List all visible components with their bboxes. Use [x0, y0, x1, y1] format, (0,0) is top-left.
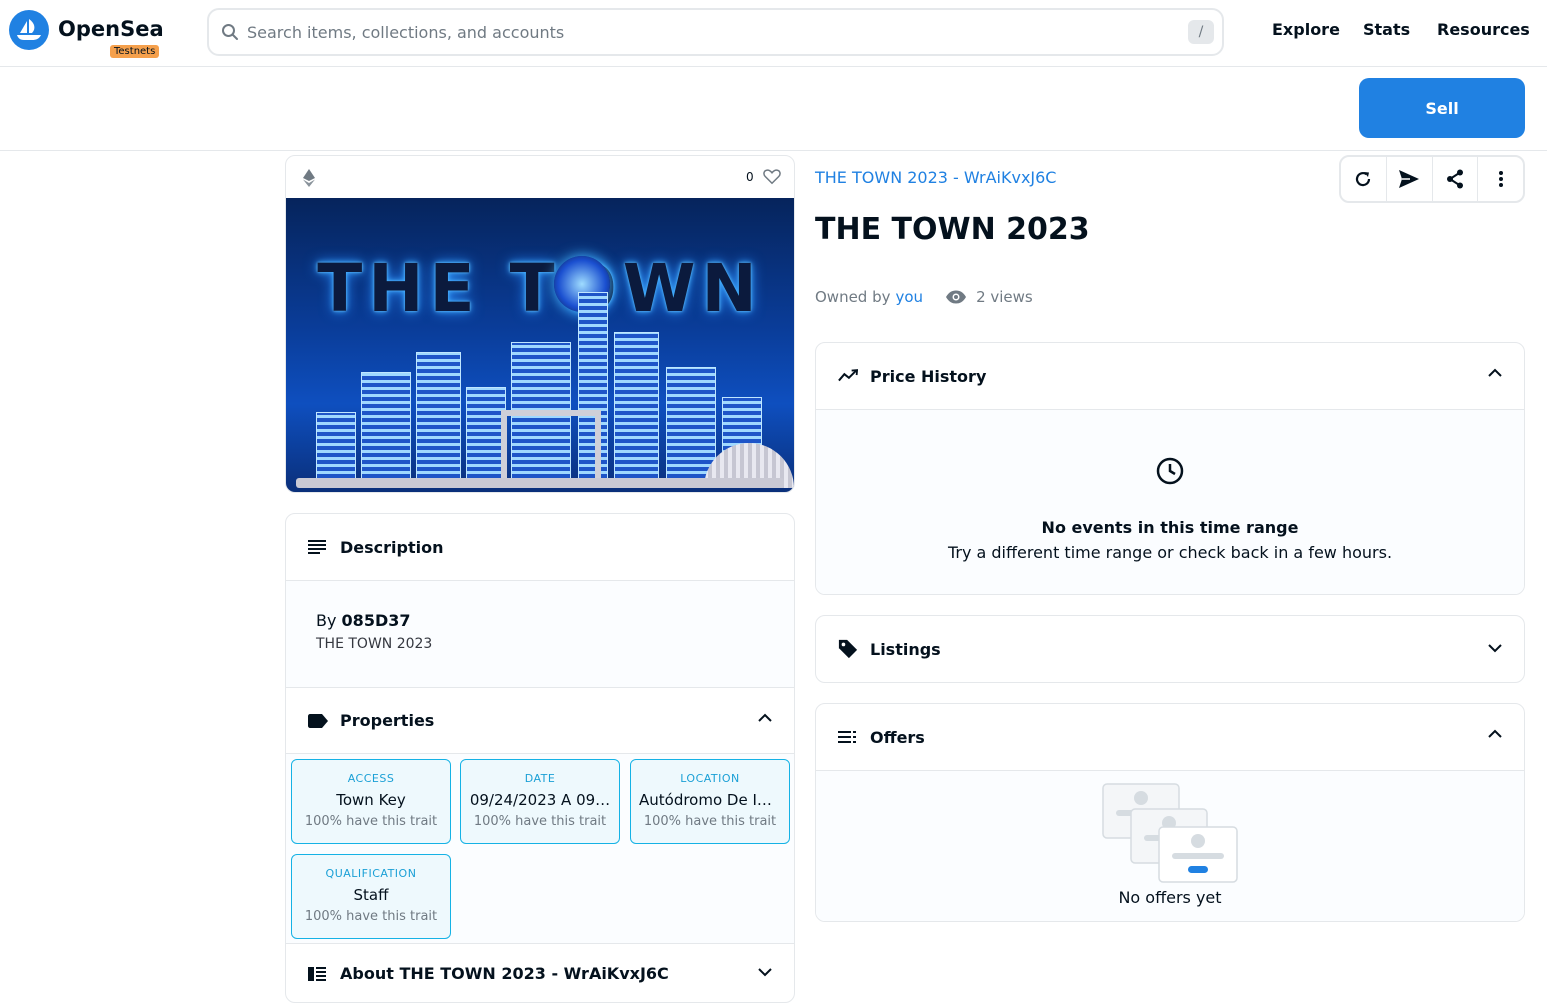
no-offers-text: No offers yet — [1118, 888, 1222, 907]
tag-icon — [308, 713, 328, 728]
chevron-up-icon[interactable] — [758, 713, 772, 722]
properties-grid: ACCESS Town Key 100% have this trait DAT… — [286, 753, 794, 943]
listings-card: Listings — [815, 615, 1525, 683]
clock-icon — [1156, 457, 1184, 485]
description-body: By 085D37 THE TOWN 2023 — [286, 580, 794, 687]
listings-heading: Listings — [870, 639, 941, 659]
refresh-button[interactable] — [1341, 157, 1387, 201]
trait-type: LOCATION — [680, 772, 740, 785]
chevron-up-icon[interactable] — [1488, 368, 1502, 377]
nav-explore[interactable]: Explore — [1272, 20, 1340, 39]
offers-list-icon — [838, 731, 856, 743]
item-actions-toolbar — [1339, 155, 1525, 203]
sell-button[interactable]: Sell — [1359, 78, 1525, 138]
about-collection-header[interactable]: About THE TOWN 2023 - WrAiKvxJ6C — [286, 943, 794, 1002]
send-icon — [1399, 170, 1420, 188]
trait-value: 09/24/2023 A 09… — [469, 791, 611, 809]
creator-link[interactable]: 085D37 — [342, 611, 411, 630]
nft-image-card: 0 THE TOWN — [285, 155, 795, 493]
logo-text[interactable]: OpenSea — [58, 17, 164, 41]
refresh-icon — [1356, 171, 1371, 187]
price-history-heading: Price History — [870, 366, 987, 386]
trait-type: QUALIFICATION — [325, 867, 417, 880]
eye-icon — [946, 290, 967, 304]
trait-value: Town Key — [336, 791, 406, 809]
more-options-button[interactable] — [1478, 157, 1523, 201]
chevron-down-icon[interactable] — [1488, 644, 1502, 653]
share-button[interactable] — [1433, 157, 1479, 201]
share-icon — [1446, 169, 1463, 189]
ethereum-icon — [303, 169, 315, 187]
trait-qualification[interactable]: QUALIFICATION Staff 100% have this trait — [291, 854, 451, 939]
nft-image-art-text: THE TOWN — [317, 250, 763, 327]
description-text: THE TOWN 2023 — [316, 636, 433, 652]
search-icon — [222, 24, 238, 40]
chevron-up-icon[interactable] — [1488, 729, 1502, 738]
owner-action-bar: Sell — [0, 67, 1547, 151]
collection-info-icon — [308, 966, 326, 981]
trait-rarity: 100% have this trait — [473, 814, 607, 829]
empty-offers-illustration-icon — [1102, 783, 1238, 883]
offers-empty: No offers yet — [816, 770, 1524, 921]
listings-header[interactable]: Listings — [816, 616, 1524, 682]
nav-stats[interactable]: Stats — [1363, 20, 1410, 39]
more-vertical-icon — [1498, 171, 1503, 187]
trait-type: ACCESS — [347, 772, 395, 785]
nft-image[interactable]: THE TOWN — [286, 198, 794, 492]
price-tag-icon — [838, 639, 858, 659]
trait-value: Autódromo De In… — [639, 791, 782, 809]
owner-link[interactable]: you — [896, 288, 924, 306]
nav-resources[interactable]: Resources — [1437, 20, 1530, 39]
properties-heading: Properties — [340, 711, 435, 730]
about-heading: About THE TOWN 2023 - WrAiKvxJ6C — [340, 964, 669, 983]
properties-header[interactable]: Properties — [286, 687, 794, 753]
search-placeholder: Search items, collections, and accounts — [247, 22, 565, 42]
price-history-header[interactable]: Price History — [816, 343, 1524, 409]
views-count: 2 views — [976, 288, 1033, 306]
offers-card: Offers No offers yet — [815, 703, 1525, 922]
price-history-card: Price History No events in this time ran… — [815, 342, 1525, 595]
trait-location[interactable]: LOCATION Autódromo De In… 100% have this… — [630, 759, 790, 844]
price-history-empty: No events in this time range Try a diffe… — [816, 409, 1524, 594]
by-label: By — [316, 611, 337, 630]
search-shortcut-key: / — [1188, 20, 1214, 44]
description-heading: Description — [340, 537, 444, 557]
top-navbar: OpenSea Testnets Search items, collectio… — [0, 0, 1547, 67]
details-card: Description By 085D37 THE TOWN 2023 Prop… — [285, 513, 795, 1003]
collection-link[interactable]: THE TOWN 2023 - WrAiKvxJ6C — [815, 168, 1056, 187]
heart-icon[interactable] — [763, 168, 781, 185]
trait-value: Staff — [353, 886, 389, 904]
description-header: Description — [286, 514, 794, 580]
trait-rarity: 100% have this trait — [643, 814, 777, 829]
trait-rarity: 100% have this trait — [304, 814, 438, 829]
offers-header[interactable]: Offers — [816, 704, 1524, 770]
no-events-title: No events in this time range — [1041, 518, 1299, 537]
trend-line-icon — [838, 369, 858, 382]
trait-access[interactable]: ACCESS Town Key 100% have this trait — [291, 759, 451, 844]
offers-heading: Offers — [870, 727, 925, 747]
search-input[interactable]: Search items, collections, and accounts … — [207, 8, 1224, 56]
nft-title: THE TOWN 2023 — [815, 212, 1090, 247]
no-events-subtitle: Try a different time range or check back… — [947, 543, 1393, 562]
ownership-row: Owned by you 2 views — [815, 288, 1033, 306]
owned-by-label: Owned by — [815, 288, 891, 306]
favorites-count: 0 — [746, 170, 754, 184]
testnets-badge: Testnets — [110, 45, 160, 58]
transfer-button[interactable] — [1387, 157, 1433, 201]
chevron-down-icon[interactable] — [758, 968, 772, 977]
trait-type: DATE — [524, 772, 556, 785]
description-lines-icon — [308, 540, 326, 554]
trait-date[interactable]: DATE 09/24/2023 A 09… 100% have this tra… — [460, 759, 620, 844]
trait-rarity: 100% have this trait — [304, 909, 438, 924]
opensea-logo-icon[interactable] — [9, 10, 49, 50]
